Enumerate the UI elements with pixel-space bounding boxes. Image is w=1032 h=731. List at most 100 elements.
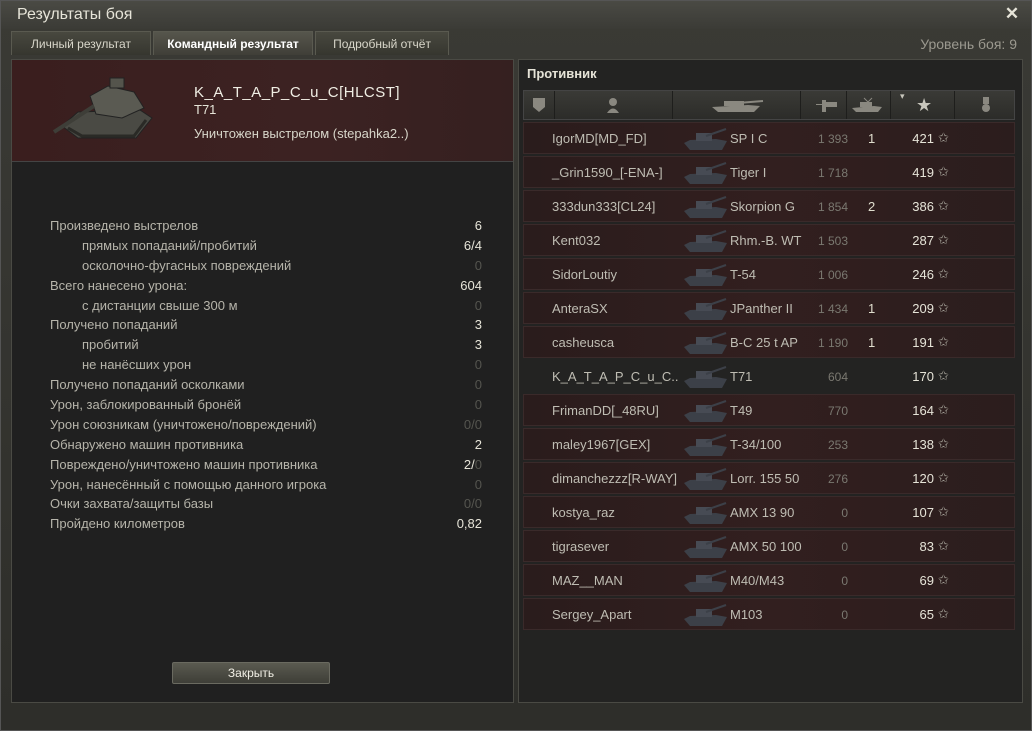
stat-value: 0	[474, 476, 482, 492]
row-damage: 0	[841, 540, 848, 554]
row-tank-icon	[684, 162, 727, 184]
column-separator	[800, 91, 801, 119]
stat-row: не нанёсших урон 0	[50, 355, 482, 375]
kills-icon[interactable]	[850, 97, 884, 113]
player-row[interactable]: _Grin1590_[-ENA-] Tiger I 1 718 419 ✩	[523, 156, 1015, 188]
tank-column-icon[interactable]	[708, 97, 764, 113]
row-tank-name: AMX 13 90	[730, 505, 795, 520]
stats-list: Произведено выстрелов 6 прямых попаданий/…	[50, 216, 482, 534]
row-tank-icon	[684, 298, 727, 320]
stat-value: 0	[474, 357, 482, 373]
stat-value: 0,82	[456, 516, 482, 532]
tab-team-result[interactable]: Командный результат	[153, 31, 313, 55]
stat-label: пробитий	[82, 337, 139, 353]
player-row[interactable]: Kent032 Rhm.-B. WT 1 503 287 ✩	[523, 224, 1015, 256]
row-tank-name: T49	[730, 403, 753, 418]
stat-row: Очки захвата/защиты базы 0/0	[50, 494, 482, 514]
row-player-name: IgorMD[MD_FD]	[552, 131, 647, 146]
row-kills: 2	[868, 199, 876, 214]
row-tank-name: T-54	[730, 267, 757, 282]
battle-level: Уровень боя: 9	[920, 36, 1017, 52]
row-experience: 191	[912, 335, 934, 350]
row-damage: 0	[841, 506, 848, 520]
column-separator	[954, 91, 955, 119]
stat-label: Всего нанесено урона:	[50, 277, 188, 293]
player-row[interactable]: FrimanDD[_48RU] T49 770 164 ✩	[523, 394, 1015, 426]
stat-row: Урон, заблокированный бронёй 0	[50, 395, 482, 415]
stat-value: 6/4	[463, 237, 482, 253]
squad-icon[interactable]	[532, 97, 546, 113]
close-button[interactable]: Закрыть	[172, 662, 330, 684]
damage-icon[interactable]	[816, 97, 838, 113]
stat-row: осколочно-фугасных повреждений 0	[50, 256, 482, 276]
player-row[interactable]: 333dun333[CL24] Skorpion G 1 854 2 386 ✩	[523, 190, 1015, 222]
stat-value: 0/0	[463, 496, 482, 512]
player-row[interactable]: casheusca B-C 25 t AP 1 190 1 191 ✩	[523, 326, 1015, 358]
stat-label: прямых попаданий/пробитий	[82, 237, 257, 253]
close-icon[interactable]: ✕	[1003, 5, 1021, 23]
player-icon[interactable]	[606, 97, 620, 113]
stat-label: Урон, заблокированный бронёй	[50, 397, 242, 413]
tank-name: T71	[194, 102, 217, 117]
row-kills: 1	[868, 301, 876, 316]
row-damage: 1 006	[817, 268, 848, 282]
row-experience: 69	[919, 573, 934, 588]
medal-icon[interactable]	[980, 97, 992, 113]
player-row[interactable]: tigrasever AMX 50 100 0 83 ✩	[523, 530, 1015, 562]
stat-label: Урон союзникам (уничтожено/повреждений)	[50, 416, 317, 432]
player-row[interactable]: Sergey_Apart M103 0 65 ✩	[523, 598, 1015, 630]
row-experience: 209	[912, 301, 934, 316]
row-experience: 164	[912, 403, 934, 418]
row-player-name: maley1967[GEX]	[552, 437, 651, 452]
row-tank-icon	[684, 570, 727, 592]
stat-row: Пройдено километров 0,82	[50, 514, 482, 534]
star-icon: ✩	[938, 164, 949, 179]
row-tank-icon	[684, 434, 727, 456]
star-icon: ✩	[938, 504, 949, 519]
row-tank-name: M40/M43	[730, 573, 785, 588]
row-damage: 1 718	[817, 166, 848, 180]
stat-value: 0	[474, 257, 482, 273]
player-row[interactable]: AnteraSX JPanther II 1 434 1 209 ✩	[523, 292, 1015, 324]
star-icon: ✩	[938, 470, 949, 485]
row-tank-icon	[684, 128, 727, 150]
row-tank-icon	[684, 400, 727, 422]
stat-label: Очки захвата/защиты базы	[50, 496, 214, 512]
stat-label: не нанёсших урон	[82, 357, 192, 373]
row-damage: 1 503	[817, 234, 848, 248]
row-tank-name: T71	[730, 369, 753, 384]
row-player-name: tigrasever	[552, 539, 610, 554]
row-tank-name: Tiger I	[730, 165, 767, 180]
player-row[interactable]: K_A_T_A_P_C_u_C.. T71 604 170 ✩	[523, 360, 1015, 392]
row-tank-icon	[684, 536, 727, 558]
row-tank-icon	[684, 604, 727, 626]
player-row[interactable]: maley1967[GEX] T-34/100 253 138 ✩	[523, 428, 1015, 460]
row-tank-icon	[684, 468, 727, 490]
player-row[interactable]: MAZ__MAN M40/M43 0 69 ✩	[523, 564, 1015, 596]
tank-header: K_A_T_A_P_C_u_C[HLCST] T71 Уничтожен выс…	[12, 60, 513, 162]
stat-value: 2/0	[464, 457, 482, 472]
stat-value: 604	[460, 277, 482, 293]
row-tank-icon	[684, 196, 727, 218]
tab-personal-result[interactable]: Личный результат	[11, 31, 151, 55]
player-row[interactable]: SidorLoutiy T-54 1 006 246 ✩	[523, 258, 1015, 290]
stat-label: Произведено выстрелов	[50, 218, 199, 233]
row-player-name: dimanchezzz[R-WAY]	[552, 471, 677, 486]
tab-detailed-report[interactable]: Подробный отчёт	[315, 31, 449, 55]
row-experience: 120	[912, 471, 934, 486]
experience-icon[interactable]: ★	[916, 95, 932, 115]
stat-label: осколочно-фугасных повреждений	[82, 257, 292, 273]
row-tank-name: JPanther II	[730, 301, 793, 316]
stat-value: 2	[474, 436, 482, 452]
player-row[interactable]: IgorMD[MD_FD] SP I C 1 393 1 421 ✩	[523, 122, 1015, 154]
stat-row: Произведено выстрелов 6	[50, 216, 482, 236]
column-separator	[846, 91, 847, 119]
player-row[interactable]: kostya_raz AMX 13 90 0 107 ✩	[523, 496, 1015, 528]
star-icon: ✩	[938, 130, 949, 145]
star-icon: ✩	[938, 368, 949, 383]
row-damage: 1 393	[817, 132, 848, 146]
enemy-title: Противник	[527, 66, 597, 81]
player-row[interactable]: dimanchezzz[R-WAY] Lorr. 155 50 276 120 …	[523, 462, 1015, 494]
stat-label: Пройдено километров	[50, 516, 185, 532]
row-experience: 287	[912, 233, 934, 248]
